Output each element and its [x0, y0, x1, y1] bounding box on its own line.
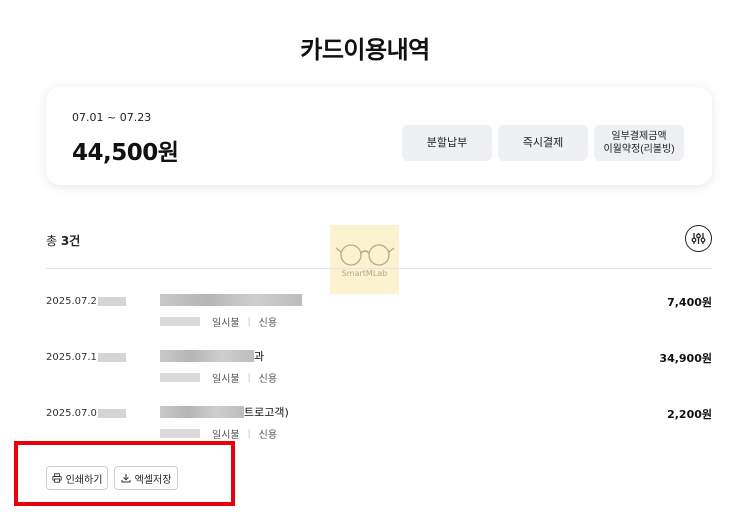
count-prefix: 총 [46, 234, 61, 248]
redacted-card [160, 373, 200, 382]
card-type: 신용 [258, 430, 278, 441]
meta-separator: | [247, 372, 251, 383]
transaction-date: 2025.07.2 [46, 296, 126, 307]
count-value: 3건 [60, 234, 81, 248]
meta-separator: | [247, 428, 251, 439]
card-type: 신용 [258, 374, 278, 385]
watermark: SmartMLab [330, 225, 399, 294]
redacted-merchant [160, 406, 244, 418]
transaction-meta: 일시불 | 신용 [160, 426, 277, 441]
partial-payment-label-2: 이월약정(리볼빙) [603, 144, 675, 155]
printer-icon [51, 473, 62, 483]
transaction-amount: 7,400원 [667, 296, 712, 309]
total-amount: 44,500원 [72, 140, 179, 166]
download-icon [121, 474, 131, 483]
transaction-meta: 일시불 | 신용 [160, 370, 277, 385]
meta-separator: | [247, 316, 251, 327]
print-button[interactable]: 인쇄하기 [46, 466, 108, 490]
transaction-date-text: 2025.07.0 [46, 408, 97, 419]
instant-payment-button[interactable]: 즉시결제 [498, 125, 588, 161]
filter-sliders-icon [691, 233, 706, 244]
transaction-merchant: 과 [160, 348, 264, 364]
redacted-block [97, 296, 126, 306]
payment-method: 일시불 [212, 318, 240, 329]
page-title: 카드이용내역 [300, 36, 430, 64]
period-range: 07.01 ~ 07.23 [72, 111, 152, 124]
transaction-amount: 34,900원 [659, 352, 712, 365]
glasses-icon [335, 244, 394, 266]
excel-button-label: 엑셀저장 [134, 474, 172, 486]
transaction-row[interactable]: 2025.07.1 과 일시불 | 신용 34,900원 [46, 348, 712, 392]
transaction-meta: 일시불 | 신용 [160, 314, 277, 329]
redacted-merchant [160, 294, 302, 306]
redacted-block [97, 352, 126, 362]
transaction-count: 총 3건 [46, 232, 80, 249]
transaction-date: 2025.07.1 [46, 352, 126, 363]
transaction-date-text: 2025.07.1 [46, 352, 97, 363]
transaction-date: 2025.07.0 [46, 408, 126, 419]
partial-payment-label-1: 일부결제금액 [611, 131, 667, 142]
merchant-suffix: 과 [254, 350, 265, 363]
payment-method: 일시불 [212, 374, 240, 385]
transaction-merchant: 트로고객) [160, 404, 289, 420]
installment-button[interactable]: 분할납부 [402, 125, 492, 161]
summary-card: 07.01 ~ 07.23 44,500원 분할납부 즉시결제 일부결제금액 이… [46, 87, 712, 185]
transaction-row[interactable]: 2025.07.2 일시불 | 신용 7,400원 [46, 292, 712, 336]
transaction-date-text: 2025.07.2 [46, 296, 97, 307]
merchant-suffix: 트로고객) [244, 406, 289, 419]
card-type: 신용 [258, 318, 278, 329]
redacted-card [160, 429, 200, 438]
transaction-merchant [160, 292, 302, 308]
redacted-card [160, 317, 200, 326]
partial-payment-button[interactable]: 일부결제금액 이월약정(리볼빙) [594, 125, 684, 161]
redacted-block [97, 408, 126, 418]
payment-method: 일시불 [212, 430, 240, 441]
excel-download-button[interactable]: 엑셀저장 [114, 466, 178, 490]
transaction-amount: 2,200원 [667, 408, 712, 421]
transaction-row[interactable]: 2025.07.0 트로고객) 일시불 | 신용 2,200원 [46, 404, 712, 448]
filter-button[interactable] [685, 225, 712, 252]
print-button-label: 인쇄하기 [65, 474, 103, 486]
list-divider [46, 268, 712, 269]
watermark-text: SmartMLab [341, 269, 388, 278]
redacted-merchant [160, 350, 254, 362]
